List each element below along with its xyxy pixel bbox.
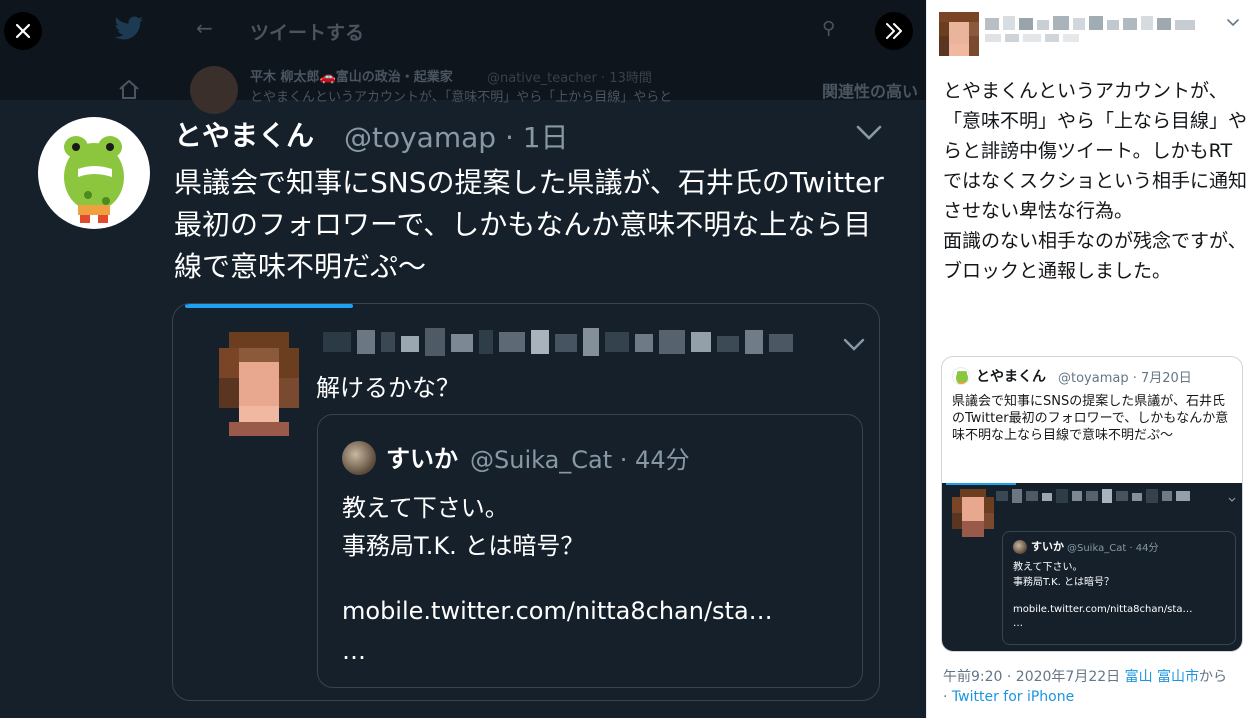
close-button[interactable] bbox=[4, 12, 42, 50]
quoted-tweet-text: 解けるかな？ bbox=[316, 374, 460, 402]
inner-link: mobile.twitter.com/nitta8chan/sta… bbox=[1013, 604, 1193, 615]
background-snippet: とやまくんというアカウントが、「意味不明」やら「上から目線」やらと bbox=[250, 90, 673, 105]
tweet-text: 県議会で知事にSNSの提案した県議が、石井氏のTwitter最初のフォロワーで、… bbox=[174, 166, 884, 283]
progress-indicator bbox=[185, 304, 353, 308]
quoted-handle-time: @toyamap · 7月20日 bbox=[1058, 371, 1192, 386]
screenshot-image[interactable]: すいか @Suika_Cat · 44分 教えて下さい。 事務局T.K. とは暗… bbox=[942, 483, 1242, 651]
inner-link[interactable]: mobile.twitter.com/nitta8chan/sta… bbox=[342, 597, 773, 625]
location-link-toyama-city[interactable]: 富山市 bbox=[1157, 669, 1199, 685]
home-icon[interactable] bbox=[117, 78, 141, 102]
inner-line-2: 事務局T.K. とは暗号？ bbox=[1013, 577, 1115, 588]
inner-author-name: すいか bbox=[1031, 540, 1064, 553]
inner-tweet-text: 教えて下さい。 事務局T.K. とは暗号？ bbox=[1013, 560, 1114, 590]
media-viewer: ← ツイートする ⚲ 平木 柳太郎🚗富山の政治・起業家 @native_teac… bbox=[0, 0, 926, 718]
chevron-down-icon[interactable] bbox=[855, 124, 883, 142]
back-arrow-icon[interactable]: ← bbox=[196, 16, 213, 40]
close-icon bbox=[15, 23, 31, 39]
search-icon[interactable]: ⚲ bbox=[822, 18, 835, 39]
inner-line-2: 事務局T.K. とは暗号？ bbox=[342, 532, 585, 560]
background-handle: @native_teacher · 13時間 bbox=[487, 71, 652, 86]
pixelated-user-name[interactable] bbox=[985, 12, 1201, 44]
avatar[interactable] bbox=[38, 117, 150, 229]
tweet-author-name[interactable]: とやまくん bbox=[174, 114, 314, 154]
tweet-footer: 午前9:20 · 2020年7月22日 富山 富山市から · Twitter f… bbox=[943, 667, 1249, 707]
toyama-mascot-icon bbox=[956, 371, 968, 384]
quoted-tweet-card[interactable]: とやまくん @toyamap · 7月20日 県議会で知事にSNSの提案した県議… bbox=[941, 356, 1243, 652]
inner-author-name: すいか bbox=[386, 445, 458, 473]
background-avatar bbox=[190, 66, 238, 114]
inner-line-1: 教えて下さい。 bbox=[342, 494, 509, 522]
pixelated-user-name bbox=[323, 328, 793, 356]
avatar bbox=[952, 367, 970, 385]
expand-button[interactable] bbox=[875, 12, 913, 50]
tweet-detail-panel: とやまくんというアカウントが、「意味不明」やら「上なら目線」やらと誹謗中傷ツイー… bbox=[926, 0, 1257, 718]
background-timeline: ← ツイートする ⚲ 平木 柳太郎🚗富山の政治・起業家 @native_teac… bbox=[0, 0, 926, 114]
tweet-handle-time[interactable]: @toyamap · 1日 bbox=[344, 116, 569, 156]
inner-ellipsis: … bbox=[1013, 618, 1023, 629]
chevron-down-icon bbox=[1228, 497, 1236, 502]
twitter-bird-icon bbox=[114, 16, 144, 40]
avatar bbox=[342, 441, 376, 475]
location-link-toyama[interactable]: 富山 bbox=[1125, 669, 1153, 685]
background-page-title: ツイートする bbox=[250, 22, 365, 44]
quoted-tweet-text: 県議会で知事にSNSの提案した県議が、石井氏のTwitter最初のフォロワーで、… bbox=[952, 394, 1229, 443]
pixelated-avatar bbox=[219, 332, 299, 436]
inner-handle-time: @Suika_Cat · 44分 bbox=[470, 446, 690, 474]
source-link[interactable]: Twitter for iPhone bbox=[952, 689, 1074, 705]
pixelated-avatar bbox=[952, 489, 994, 537]
background-author: 平木 柳太郎🚗富山の政治・起業家 bbox=[250, 70, 453, 85]
inner-line-1: 教えて下さい。 bbox=[1013, 562, 1083, 573]
inner-handle-time: @Suika_Cat · 44分 bbox=[1067, 543, 1159, 554]
tweet-text: とやまくんというアカウントが、「意味不明」やら「上なら目線」やらと誹謗中傷ツイー… bbox=[943, 80, 1248, 282]
from-label: から bbox=[1199, 669, 1228, 685]
chevron-down-icon[interactable] bbox=[1227, 19, 1239, 27]
inner-quoted-tweet[interactable]: すいか @Suika_Cat · 44分 教えて下さい。 事務局T.K. とは暗… bbox=[317, 414, 863, 688]
expand-icon bbox=[886, 23, 902, 39]
separator-dot: · bbox=[943, 689, 948, 705]
progress-indicator bbox=[946, 483, 1016, 485]
avatar bbox=[1013, 540, 1027, 554]
toyama-mascot-icon bbox=[64, 136, 124, 223]
inner-tweet-text: 教えて下さい。 事務局T.K. とは暗号？ bbox=[342, 489, 584, 565]
quoted-tweet-card[interactable]: 解けるかな？ すいか @Suika_Cat · 44分 教えて下さい。 事務局T… bbox=[172, 303, 880, 701]
timestamp[interactable]: 午前9:20 · 2020年7月22日 bbox=[943, 669, 1120, 685]
inner-quoted-tweet: すいか @Suika_Cat · 44分 教えて下さい。 事務局T.K. とは暗… bbox=[1002, 531, 1236, 645]
background-related-heading: 関連性の高い bbox=[822, 82, 919, 101]
screenshot-root: ← ツイートする ⚲ 平木 柳太郎🚗富山の政治・起業家 @native_teac… bbox=[0, 0, 1257, 718]
pixelated-user-name bbox=[996, 489, 1190, 503]
quoted-author-name: とやまくん bbox=[976, 369, 1046, 385]
chevron-down-icon[interactable] bbox=[843, 338, 865, 352]
inner-ellipsis: … bbox=[342, 637, 366, 665]
pixelated-avatar[interactable] bbox=[939, 12, 979, 56]
